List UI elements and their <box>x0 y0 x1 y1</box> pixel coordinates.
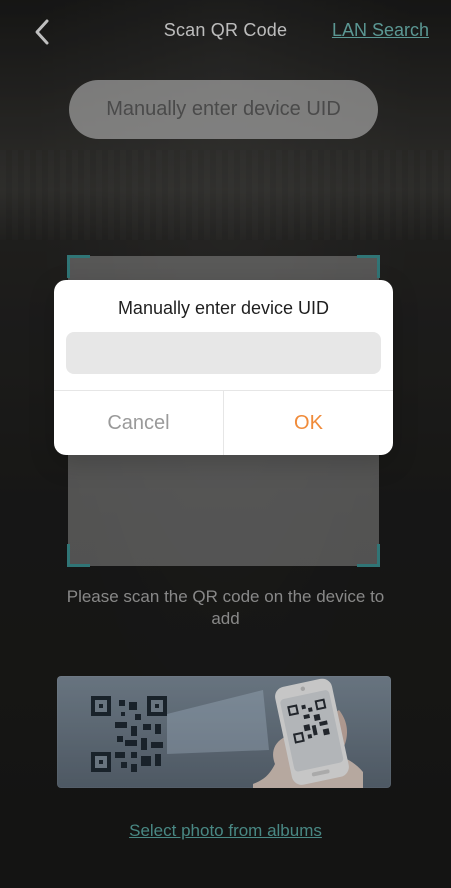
dialog-ok-button[interactable]: OK <box>224 391 393 455</box>
dialog-title: Manually enter device UID <box>117 298 330 318</box>
manual-uid-dialog: Manually enter device UID Cancel OK <box>54 280 393 455</box>
uid-input-field[interactable] <box>66 332 381 374</box>
dialog-cancel-button[interactable]: Cancel <box>54 391 223 455</box>
